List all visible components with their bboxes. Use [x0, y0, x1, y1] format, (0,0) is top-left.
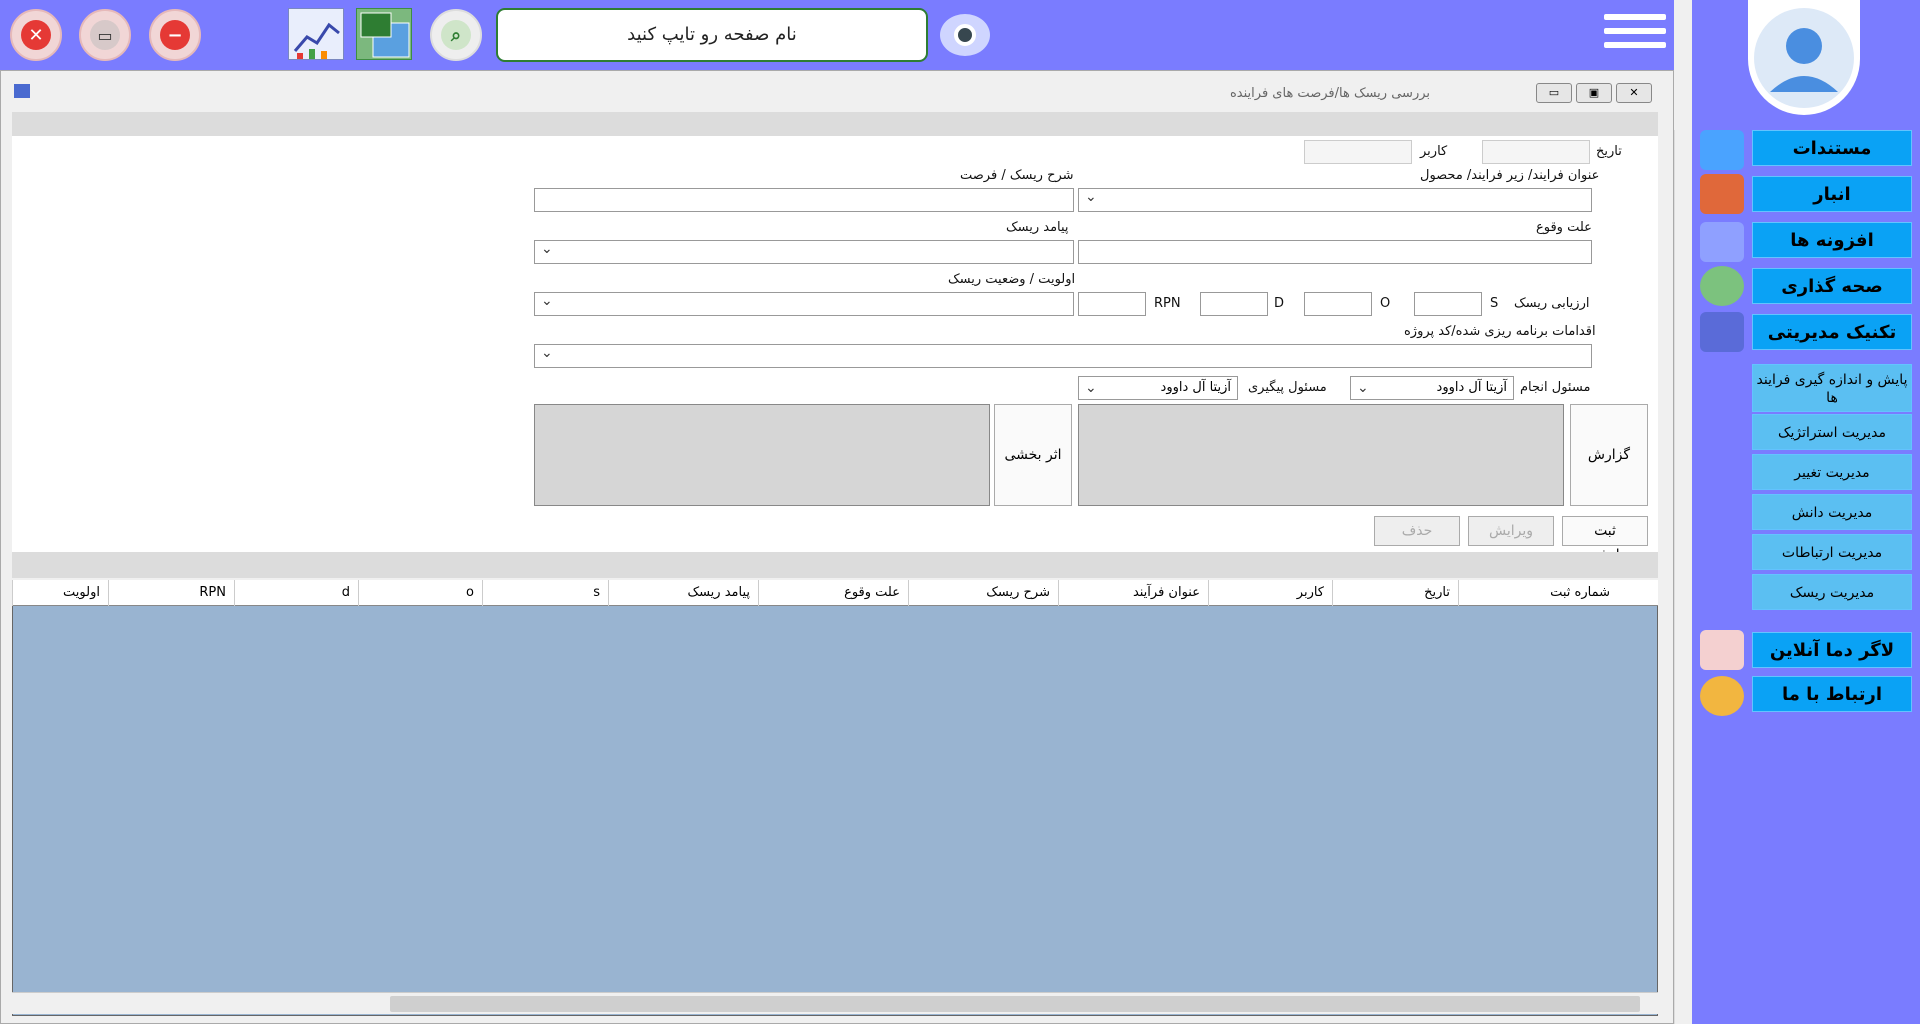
support-icon [1700, 676, 1744, 716]
sidebar-item-validation[interactable]: صحه گذاری [1752, 268, 1912, 304]
menu-icon[interactable] [1604, 14, 1666, 58]
sidebar-scrollbar[interactable] [1674, 130, 1692, 1024]
desktop-button[interactable]: ▭ [79, 9, 131, 61]
eval-label: ارزیابی ریسک [1514, 296, 1590, 311]
window-icon [14, 84, 30, 98]
close-app-button[interactable]: ✕ [10, 9, 62, 61]
actions-label: اقدامات برنامه ریزی شده/کد پروژه [1404, 324, 1596, 339]
sidebar-sub-strategic[interactable]: مدیریت استراتژیک [1752, 414, 1912, 450]
rpn-label: RPN [1154, 296, 1181, 311]
grid-hscroll-thumb[interactable] [390, 996, 1640, 1012]
user-label: کاربر [1420, 144, 1448, 159]
thermometer-icon [1700, 630, 1744, 670]
close-window-button[interactable]: ✕ [1616, 83, 1652, 103]
col-process[interactable]: عنوان فرآیند [1058, 580, 1208, 606]
date-label: تاریخ [1596, 144, 1622, 159]
manager-icon [1700, 312, 1744, 352]
check-icon [1700, 266, 1744, 306]
sidebar-item-management[interactable]: تکنیک مدیریتی [1752, 314, 1912, 350]
process-select[interactable] [1078, 188, 1592, 212]
grid-header: شماره ثبت تاریخ کاربر عنوان فرآیند شرح ر… [12, 580, 1658, 606]
sidebar-sub-process-monitoring[interactable]: پایش و اندازه گیری فرایند ها [1752, 364, 1912, 412]
priority-label: اولویت / وضعیت ریسک [948, 272, 1076, 287]
follow-select[interactable]: آزیتا آل داوود [1078, 376, 1238, 400]
sidebar-item-contact[interactable]: ارتباط با ما [1752, 676, 1912, 712]
search-button[interactable]: ⌕ [430, 9, 482, 61]
o-input[interactable] [1304, 292, 1372, 316]
risk-desc-label: شرح ریسک / فرصت [960, 168, 1074, 183]
chart-icon[interactable] [288, 8, 344, 60]
grid-toolbar-band [12, 552, 1658, 578]
user-field[interactable] [1304, 140, 1412, 164]
cause-label: علت وقوع [1536, 220, 1592, 235]
follow-label: مسئول پیگیری [1248, 380, 1327, 395]
plugins-icon [1700, 222, 1744, 262]
warehouse-icon [1700, 174, 1744, 214]
edit-button[interactable]: ویرایش [1468, 516, 1554, 546]
col-record-number[interactable]: شماره ثبت [1458, 580, 1618, 606]
rpn-input[interactable] [1078, 292, 1146, 316]
sidebar-item-documents[interactable]: مستندات [1752, 130, 1912, 166]
sidebar-sub-change[interactable]: مدیریت تغییر [1752, 454, 1912, 490]
effectiveness-button[interactable]: اثر بخشی [994, 404, 1072, 506]
date-field[interactable] [1482, 140, 1590, 164]
close-icon: ✕ [21, 20, 51, 50]
eye-icon[interactable] [940, 14, 990, 56]
search-icon: ⌕ [441, 20, 471, 50]
sidebar-item-plugins[interactable]: افزونه ها [1752, 222, 1912, 258]
priority-select[interactable] [534, 292, 1074, 316]
cause-input[interactable] [1078, 240, 1592, 264]
o-label: O [1380, 296, 1391, 311]
minimize-app-button[interactable]: − [149, 9, 201, 61]
maximize-window-button[interactable]: ▣ [1576, 83, 1612, 103]
s-input[interactable] [1414, 292, 1482, 316]
minimize-window-button[interactable]: ▭ [1536, 83, 1572, 103]
s-label: S [1490, 296, 1499, 311]
sidebar-sub-risk[interactable]: مدیریت ریسک [1752, 574, 1912, 610]
d-input[interactable] [1200, 292, 1268, 316]
window-toolbar-band [12, 112, 1658, 136]
monitor-report-button[interactable]: گزارش پایش [1570, 404, 1648, 563]
col-risk-desc[interactable]: شرح ریسک [908, 580, 1058, 606]
delete-button[interactable]: حذف [1374, 516, 1460, 546]
sidebar-sub-communication[interactable]: مدیریت ارتباطات [1752, 534, 1912, 570]
actions-select[interactable] [534, 344, 1592, 368]
col-date[interactable]: تاریخ [1332, 580, 1458, 606]
col-priority[interactable]: اولویت [12, 580, 108, 606]
data-grid[interactable] [12, 580, 1658, 1016]
windows-icon[interactable] [356, 8, 412, 60]
minus-icon: − [160, 20, 190, 50]
documents-icon [1700, 130, 1744, 170]
responsible-label: مسئول انجام [1520, 380, 1591, 395]
col-rpn[interactable]: RPN [108, 580, 234, 606]
monitor-list[interactable] [1078, 404, 1564, 506]
avatar[interactable] [1748, 0, 1860, 115]
sidebar-sub-knowledge[interactable]: مدیریت دانش [1752, 494, 1912, 530]
responsible-select[interactable]: آزیتا آل داوود [1350, 376, 1514, 400]
save-button[interactable]: ثبت [1562, 516, 1648, 546]
col-s[interactable]: s [482, 580, 608, 606]
col-o[interactable]: o [358, 580, 482, 606]
risk-desc-input[interactable] [534, 188, 1074, 212]
d-label: D [1274, 296, 1285, 311]
process-label: عنوان فرایند/ زیر فرایند/ محصول [1420, 168, 1600, 183]
window-title: بررسی ریسک ها/فرصت های فراینده [1230, 86, 1431, 101]
search-input[interactable]: نام صفحه رو تایپ کنید [496, 8, 928, 62]
col-consequence[interactable]: پیامد ریسک [608, 580, 758, 606]
col-cause[interactable]: علت وقوع [758, 580, 908, 606]
consequence-select[interactable] [534, 240, 1074, 264]
col-d[interactable]: d [234, 580, 358, 606]
sidebar-item-logger[interactable]: لاگر دما آنلاین [1752, 632, 1912, 668]
col-user[interactable]: کاربر [1208, 580, 1332, 606]
monitor-icon: ▭ [90, 20, 120, 50]
consequence-label: پیامد ریسک [1006, 220, 1069, 235]
effectiveness-list[interactable] [534, 404, 990, 506]
sidebar-item-warehouse[interactable]: انبار [1752, 176, 1912, 212]
